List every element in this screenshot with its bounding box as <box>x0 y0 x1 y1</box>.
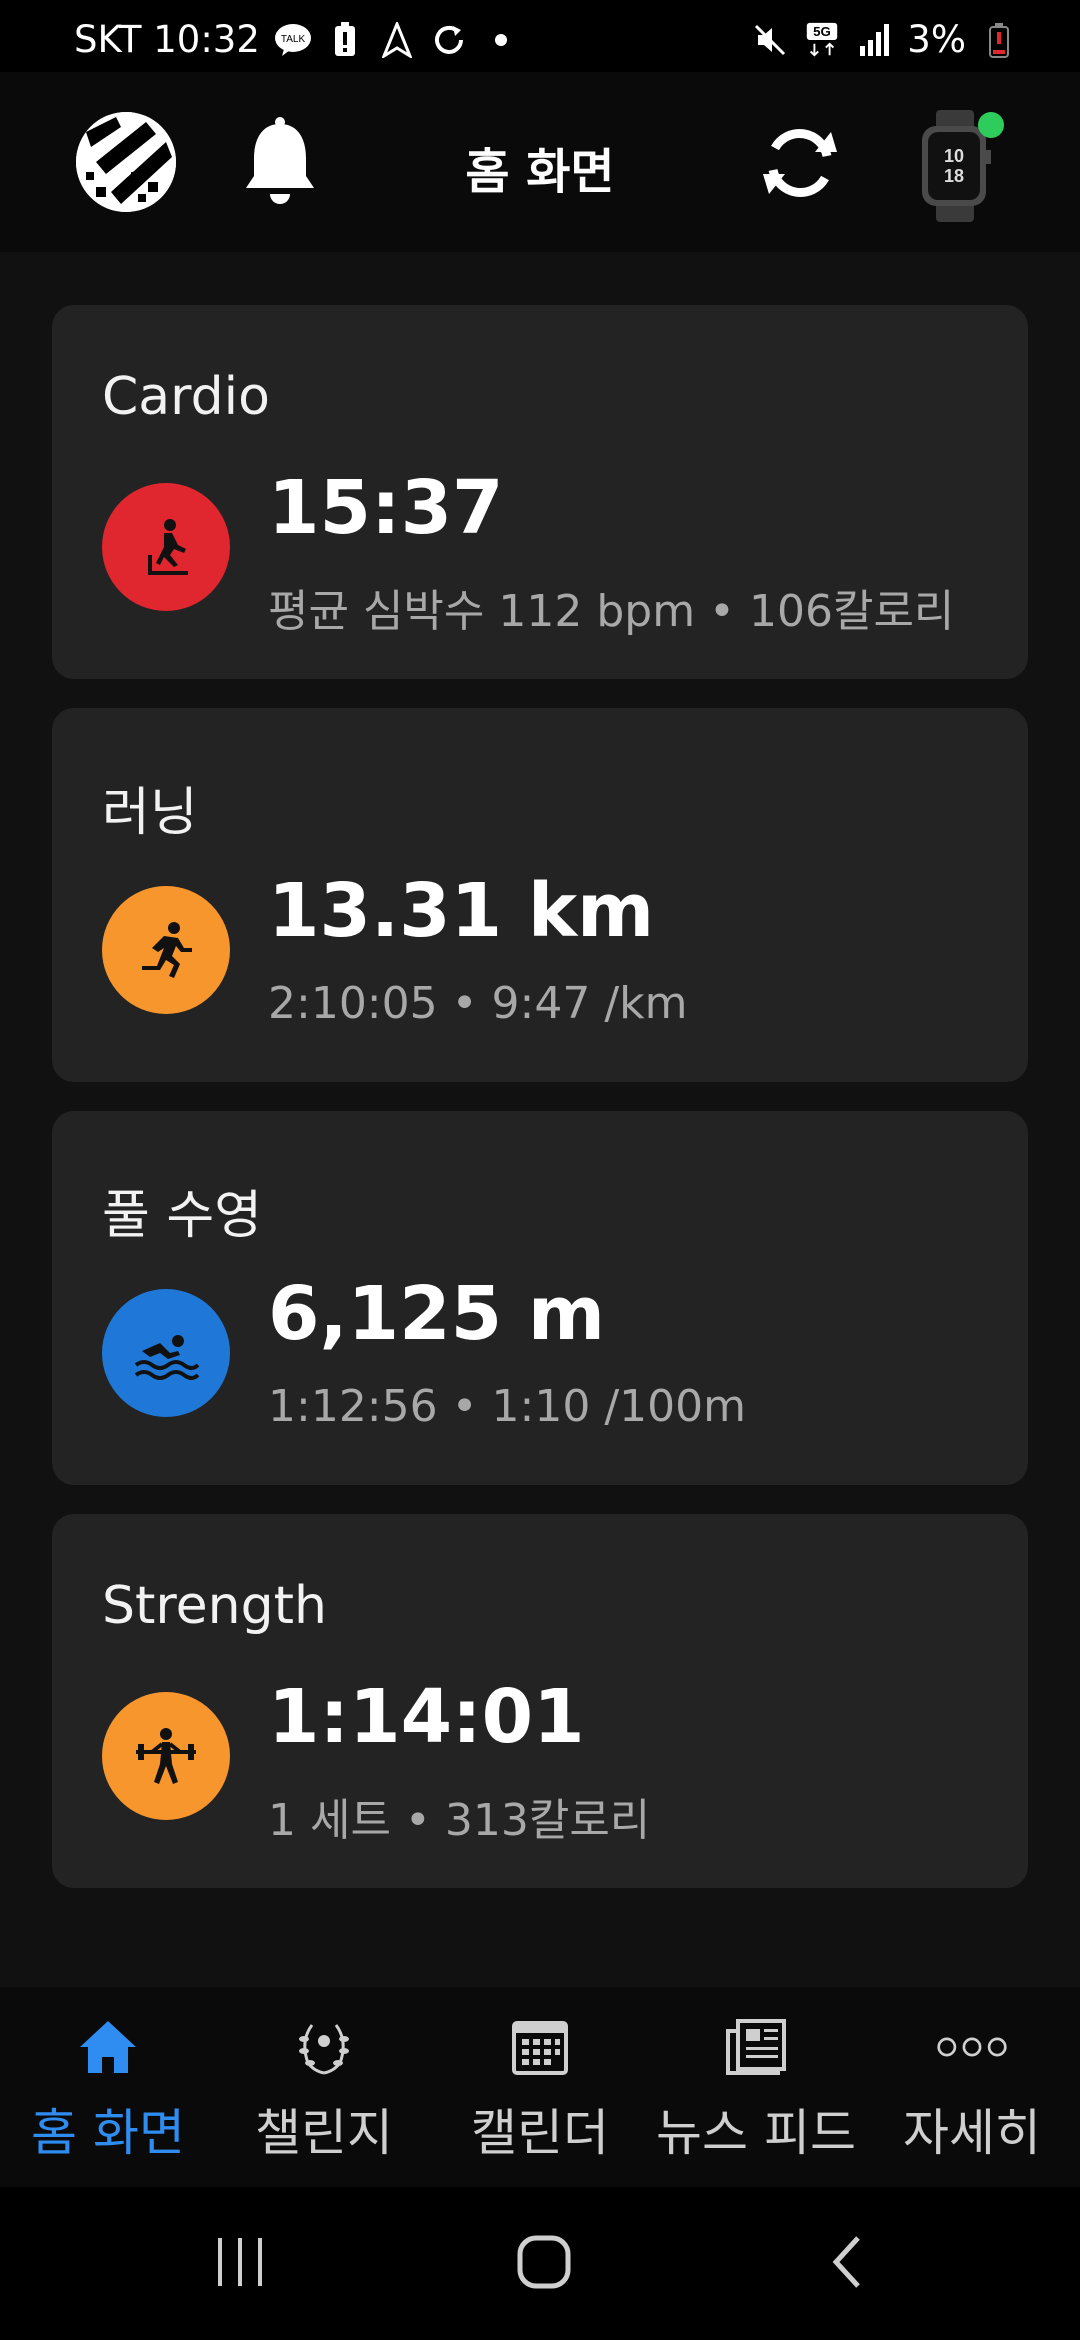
activity-title: 러닝 <box>102 783 198 843</box>
treadmill-icon <box>102 483 230 611</box>
app-bar: 홈 화면 10 18 <box>0 72 1080 252</box>
activity-title: Strength <box>102 1576 327 1636</box>
svg-text:10: 10 <box>944 146 964 166</box>
activity-value: 6,125 m <box>268 1271 605 1357</box>
dot-icon <box>482 21 520 59</box>
newsfeed-icon <box>720 2015 792 2079</box>
bottom-navigation: 홈 화면 챌린지 캘린더 뉴스 피드 자세히 <box>0 1987 1080 2187</box>
activity-card-strength[interactable]: Strength 1:14:01 1 세트 • 313칼로리 <box>52 1514 1028 1888</box>
nav-label-challenges: 챌린지 <box>255 2104 393 2162</box>
mute-icon <box>751 21 789 59</box>
laurel-icon <box>288 2015 360 2079</box>
activity-value: 15:37 <box>268 465 504 551</box>
talk-badge-text: TALK <box>281 34 306 45</box>
activity-card-cardio[interactable]: Cardio 15:37 평균 심박수 112 bpm • 106칼로리 <box>52 305 1028 679</box>
home-button[interactable] <box>484 2217 604 2307</box>
activity-details: 2:10:05 • 9:47 /km <box>268 978 688 1029</box>
activity-list: Cardio 15:37 평균 심박수 112 bpm • 106칼로리 러닝 … <box>0 252 1080 1987</box>
nav-item-challenges[interactable]: 챌린지 <box>216 1987 432 2187</box>
activity-card-running[interactable]: 러닝 13.31 km 2:10:05 • 9:47 /km <box>52 708 1028 1082</box>
weightlifting-icon <box>102 1692 230 1820</box>
sync-icon[interactable] <box>755 118 845 208</box>
activity-title: Cardio <box>102 367 270 427</box>
activity-details: 평균 심박수 112 bpm • 106칼로리 <box>268 586 955 637</box>
status-bar: SKT 10:32 TALK 5G 3% <box>0 0 1080 72</box>
nav-item-more[interactable]: 자세히 <box>864 1987 1080 2187</box>
back-button[interactable] <box>788 2217 908 2307</box>
network-5g-icon: 5G <box>803 21 841 59</box>
nav-item-home[interactable]: 홈 화면 <box>0 1987 216 2187</box>
nav-item-calendar[interactable]: 캘린더 <box>432 1987 648 2187</box>
more-icon <box>936 2015 1008 2079</box>
navigation-icon <box>378 21 416 59</box>
activity-details: 1 세트 • 313칼로리 <box>268 1795 651 1846</box>
activity-details: 1:12:56 • 1:10 /100m <box>268 1381 747 1432</box>
calendar-icon <box>504 2015 576 2079</box>
svg-text:18: 18 <box>944 166 964 186</box>
running-icon <box>102 886 230 1014</box>
battery-percent: 3% <box>907 18 966 61</box>
recent-apps-button[interactable] <box>180 2217 300 2307</box>
sync-status-icon <box>430 21 468 59</box>
nav-label-calendar: 캘린더 <box>471 2104 609 2162</box>
nav-label-home: 홈 화면 <box>31 2104 185 2162</box>
battery-alert-icon <box>326 21 364 59</box>
carrier-time: SKT 10:32 <box>74 18 260 61</box>
nav-item-newsfeed[interactable]: 뉴스 피드 <box>648 1987 864 2187</box>
activity-value: 13.31 km <box>268 868 655 954</box>
nav-label-more: 자세히 <box>903 2104 1041 2162</box>
talk-icon: TALK <box>274 21 312 59</box>
network-label: 5G <box>813 24 831 39</box>
activity-card-pool-swim[interactable]: 풀 수영 6,125 m 1:12:56 • 1:10 /100m <box>52 1111 1028 1485</box>
swimming-icon <box>102 1289 230 1417</box>
connected-status-dot <box>978 112 1004 138</box>
activity-value: 1:14:01 <box>268 1674 585 1760</box>
activity-title: 풀 수영 <box>102 1186 263 1246</box>
home-icon <box>72 2015 144 2079</box>
nav-label-newsfeed: 뉴스 피드 <box>656 2104 856 2162</box>
system-navigation-bar <box>0 2187 1080 2340</box>
signal-icon <box>855 21 893 59</box>
battery-icon <box>980 21 1018 59</box>
